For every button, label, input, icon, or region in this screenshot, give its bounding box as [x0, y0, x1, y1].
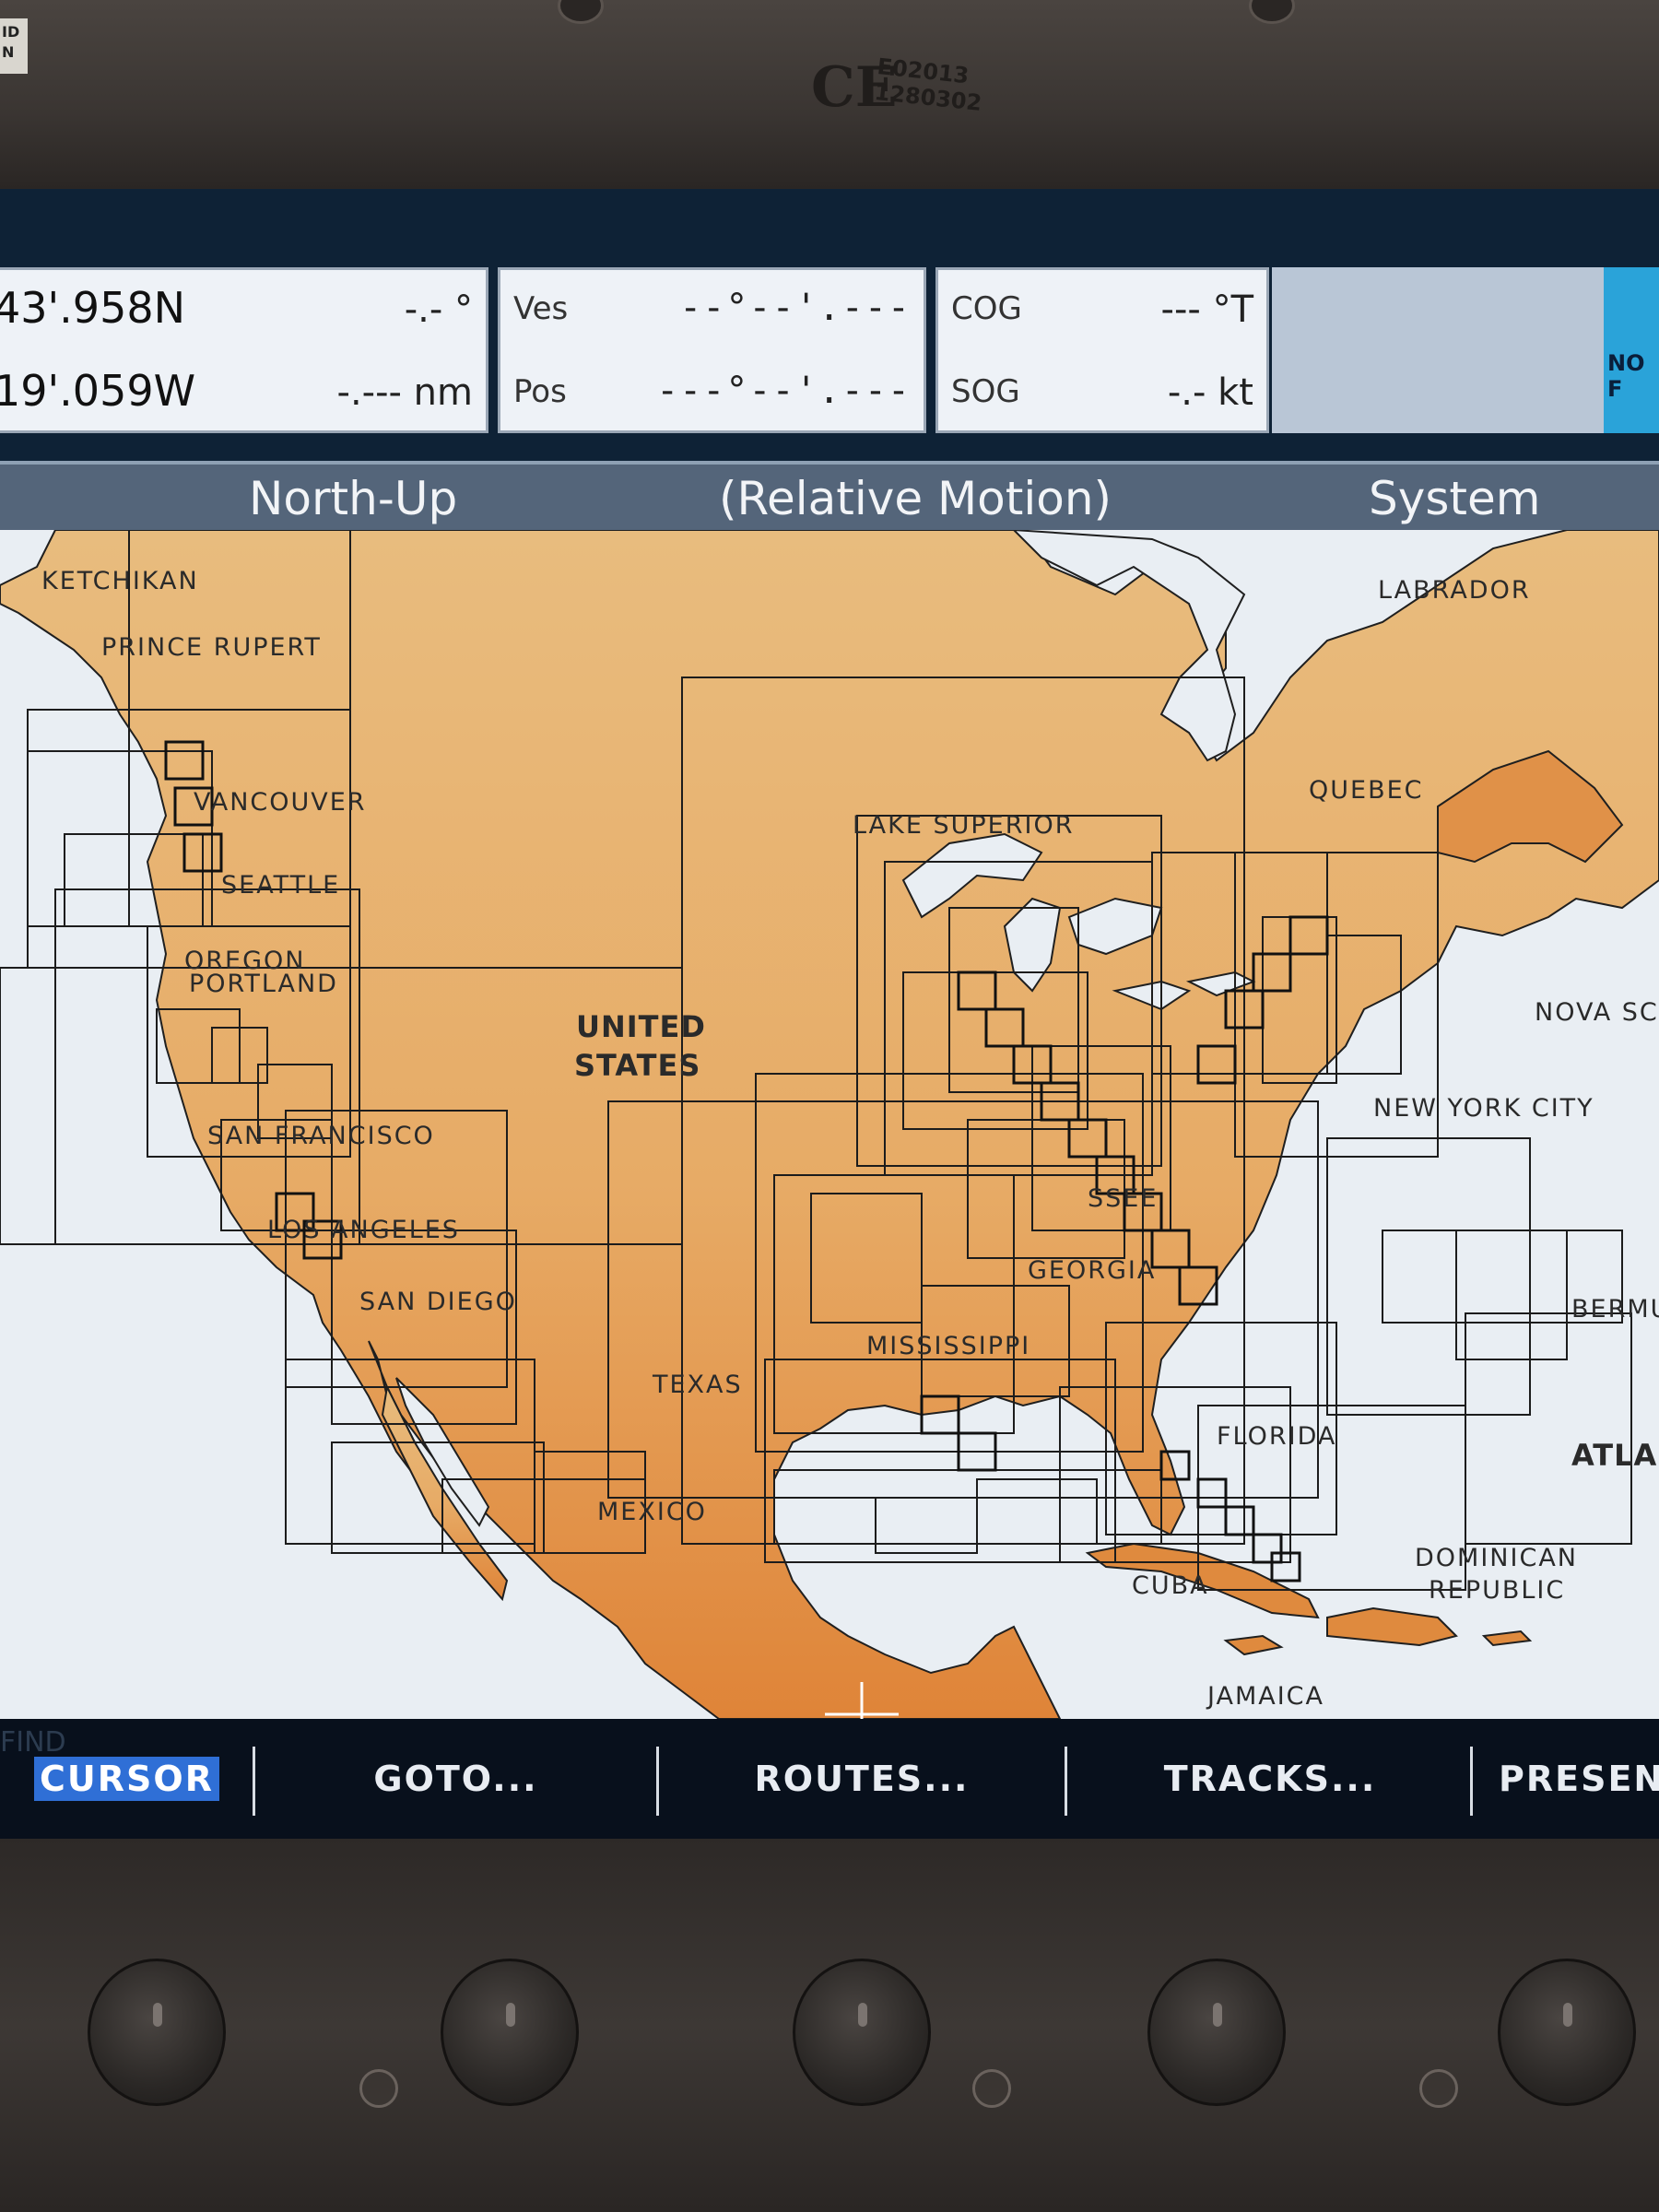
label-san-diego: SAN DIEGO	[359, 1288, 517, 1316]
softkey-bar: FIND CURSOR GOTO... ROUTES... TRACKS... …	[0, 1719, 1659, 1839]
gps-status-badge[interactable]: NO F	[1604, 267, 1659, 433]
status-panel	[1272, 267, 1604, 433]
position-panel: 43'.958N -.- ° 19'.059W -.--- nm	[0, 267, 488, 433]
label-republic: REPUBLIC	[1429, 1576, 1566, 1605]
label-labrador: LABRADOR	[1378, 576, 1531, 605]
ce-code: E02013 1280302	[873, 53, 983, 116]
label-nova-scotia: NOVA SC	[1535, 998, 1659, 1027]
screw-icon	[558, 0, 604, 24]
label-mexico: MEXICO	[597, 1498, 707, 1526]
device-bezel-top: ID N CE E02013 1280302	[0, 0, 1659, 189]
motion-mode[interactable]: (Relative Motion)	[719, 472, 1112, 525]
cog-value: --- °T	[1160, 288, 1253, 331]
label-states: STATES	[574, 1048, 701, 1083]
label-florida: FLORIDA	[1217, 1422, 1337, 1451]
hispaniola-island	[1326, 1606, 1458, 1647]
cursor-softkey-label: CURSOR	[34, 1757, 219, 1801]
label-los-angeles: LOS ANGELES	[267, 1216, 460, 1244]
screw-icon	[359, 2069, 398, 2108]
display-screen: 43'.958N -.- ° 19'.059W -.--- nm Ves --°…	[0, 189, 1659, 1839]
orientation-mode[interactable]: North-Up	[249, 472, 457, 525]
motion-panel: COG --- °T SOG -.- kt	[935, 267, 1269, 433]
routes-softkey[interactable]: ROUTES...	[659, 1719, 1065, 1839]
cursor-softkey[interactable]: CURSOR	[0, 1719, 253, 1839]
tracks-softkey[interactable]: TRACKS...	[1067, 1719, 1473, 1839]
label-lake-superior: LAKE SUPERIOR	[853, 811, 1075, 840]
softkey-knob-3[interactable]	[793, 1959, 931, 2106]
data-source[interactable]: System	[1369, 472, 1540, 525]
softkey-knob-2[interactable]	[441, 1959, 579, 2106]
label-san-francisco: SAN FRANCISCO	[207, 1122, 435, 1150]
longitude-readout: 19'.059W	[0, 366, 196, 416]
label-bermuda: BERMU	[1571, 1295, 1659, 1324]
softkey-knob-4[interactable]	[1147, 1959, 1286, 2106]
cog-label: COG	[951, 290, 1022, 327]
bearing-readout: -.- °	[404, 288, 473, 331]
label-portland: PORTLAND	[189, 970, 338, 998]
label-tennessee: SSEE	[1088, 1184, 1159, 1213]
label-ketchikan: KETCHIKAN	[41, 567, 199, 595]
label-prince-rupert: PRINCE RUPERT	[101, 633, 322, 662]
pos-label: Pos	[513, 373, 567, 410]
vessel-panel: Ves --°--'.--- Pos ---°--'.---	[498, 267, 926, 433]
goto-softkey[interactable]: GOTO...	[255, 1719, 656, 1839]
sog-label: SOG	[951, 373, 1020, 410]
device-badge: ID N	[0, 18, 28, 74]
mode-bar: North-Up (Relative Motion) System	[0, 461, 1659, 530]
puerto-rico-island	[1481, 1630, 1533, 1647]
label-seattle: SEATTLE	[221, 871, 341, 900]
label-united: UNITED	[576, 1009, 706, 1044]
ves-value: --°--'.---	[679, 287, 911, 329]
label-texas: TEXAS	[653, 1371, 743, 1399]
label-jamaica: JAMAICA	[1207, 1682, 1325, 1711]
range-readout: -.--- nm	[336, 371, 473, 414]
label-new-york-city: NEW YORK CITY	[1373, 1094, 1594, 1123]
latitude-readout: 43'.958N	[0, 283, 186, 333]
present-softkey[interactable]: PRESEN	[1473, 1719, 1659, 1839]
label-mississippi: MISSISSIPPI	[866, 1332, 1031, 1360]
pos-value: ---°--'.---	[656, 370, 911, 412]
screw-icon	[1419, 2069, 1458, 2108]
label-quebec: QUEBEC	[1309, 776, 1424, 805]
label-atlantic: ATLA	[1571, 1438, 1658, 1473]
softkey-knob-1[interactable]	[88, 1959, 226, 2106]
label-georgia: GEORGIA	[1028, 1256, 1157, 1285]
jamaica-island	[1223, 1634, 1284, 1656]
chart-map[interactable]: KETCHIKAN PRINCE RUPERT VANCOUVER SEATTL…	[0, 530, 1659, 1719]
label-vancouver: VANCOUVER	[194, 788, 367, 817]
sog-value: -.- kt	[1167, 371, 1253, 414]
softkey-knob-5[interactable]	[1498, 1959, 1636, 2106]
label-cuba: CUBA	[1132, 1571, 1209, 1600]
ves-label: Ves	[513, 290, 569, 327]
label-dominican: DOMINICAN	[1415, 1544, 1578, 1572]
screw-icon	[972, 2069, 1011, 2108]
screw-icon	[1249, 0, 1295, 24]
device-bezel-bottom	[0, 1839, 1659, 2212]
gps-status-label: NO F	[1607, 350, 1645, 402]
